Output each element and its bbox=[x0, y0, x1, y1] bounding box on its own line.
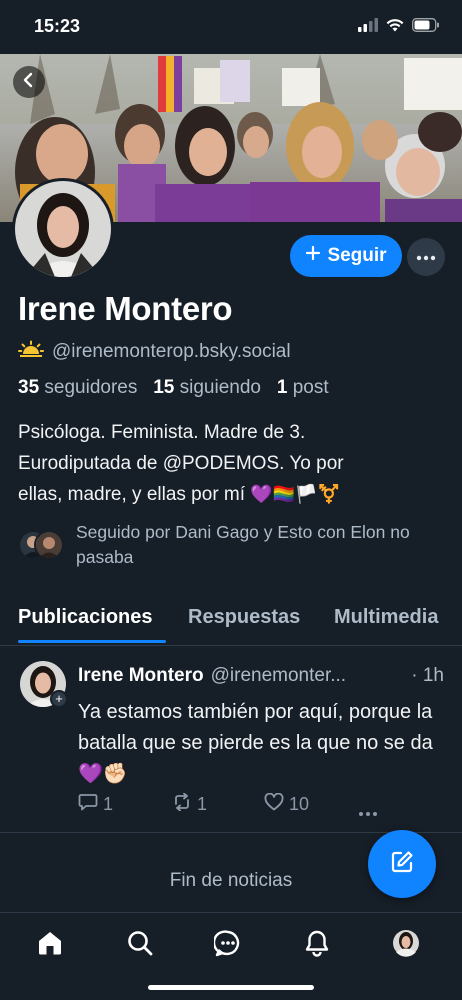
tab-multimedia[interactable]: Multimedia bbox=[334, 606, 438, 629]
nav-search[interactable] bbox=[124, 929, 156, 961]
plus-icon bbox=[305, 245, 321, 267]
post-more-button[interactable] bbox=[358, 801, 378, 822]
follower-avatar bbox=[34, 530, 64, 560]
nav-profile[interactable] bbox=[390, 929, 422, 961]
bell-icon bbox=[303, 929, 331, 962]
profile-bio: Psicóloga. Feminista. Madre de 3. Eurodi… bbox=[18, 417, 448, 510]
status-bar: 15:23 bbox=[0, 0, 462, 54]
home-icon bbox=[36, 929, 64, 962]
more-dots-icon bbox=[358, 801, 378, 822]
tab-respuestas[interactable]: Respuestas bbox=[188, 606, 300, 629]
reply-count: 1 bbox=[103, 794, 114, 814]
compose-button[interactable] bbox=[368, 830, 436, 898]
status-time: 15:23 bbox=[34, 16, 81, 36]
followed-by-avatars bbox=[18, 530, 66, 564]
back-arrow-icon bbox=[21, 72, 37, 93]
bio-line: Psicóloga. Feminista. Madre de 3. bbox=[18, 422, 306, 443]
repost-icon bbox=[172, 792, 192, 816]
followers-label[interactable]: seguidores bbox=[44, 377, 137, 398]
cellular-signal-icon bbox=[358, 18, 378, 37]
profile-tabs: Publicaciones Respuestas Multimedia bbox=[0, 598, 462, 646]
post-handle[interactable]: @irenemonter... bbox=[211, 665, 346, 687]
bio-text: ellas, madre, y ellas por mí bbox=[18, 484, 246, 505]
sun-icon bbox=[18, 340, 44, 363]
more-dots-icon bbox=[416, 248, 436, 266]
profile-avatar[interactable] bbox=[12, 178, 114, 280]
reply-button[interactable]: 1 bbox=[78, 793, 113, 816]
status-icons bbox=[358, 18, 440, 37]
nav-chat[interactable] bbox=[212, 929, 244, 961]
profile-avatar-icon bbox=[392, 929, 420, 962]
profile-stats: 35 seguidores 15 siguiendo 1 post bbox=[18, 377, 329, 399]
following-count[interactable]: 15 bbox=[153, 377, 174, 398]
bio-line: Eurodiputada de @PODEMOS. Yo por bbox=[18, 453, 344, 474]
bio-line: ellas, madre, y ellas por mí 💜🏳️‍🌈🏳️⚧️ bbox=[18, 479, 448, 510]
post-item[interactable]: + Irene Montero @irenemonter... · 1h Ya … bbox=[0, 647, 462, 833]
wifi-icon bbox=[386, 18, 404, 37]
home-indicator bbox=[148, 985, 314, 990]
followed-by-text: Seguido por Dani Gago y Esto con Elon no… bbox=[76, 522, 410, 567]
followed-by-row[interactable]: Seguido por Dani Gago y Esto con Elon no… bbox=[18, 520, 448, 570]
nav-home[interactable] bbox=[34, 929, 66, 961]
search-icon bbox=[126, 929, 154, 962]
nav-notifications[interactable] bbox=[301, 929, 333, 961]
profile-handle: @irenemonterop.bsky.social bbox=[52, 340, 291, 362]
chat-icon bbox=[212, 929, 242, 962]
active-tab-indicator bbox=[18, 640, 166, 643]
post-time: · 1h bbox=[411, 665, 444, 686]
post-actions: 1 1 10 bbox=[78, 792, 398, 817]
post-follow-plus-icon[interactable]: + bbox=[50, 690, 68, 708]
following-label[interactable]: siguiendo bbox=[180, 377, 261, 398]
follow-button-label: Seguir bbox=[327, 245, 387, 266]
post-text: Ya estamos también por aquí, porque la b… bbox=[78, 701, 433, 785]
back-button[interactable] bbox=[13, 66, 45, 98]
tab-publicaciones[interactable]: Publicaciones bbox=[18, 606, 153, 629]
repost-button[interactable]: 1 bbox=[172, 792, 208, 816]
battery-icon bbox=[412, 18, 440, 37]
post-header: Irene Montero @irenemonter... · 1h bbox=[78, 665, 446, 687]
compose-icon bbox=[389, 849, 415, 880]
bio-emojis: 💜🏳️‍🌈🏳️⚧️ bbox=[250, 484, 340, 504]
display-name: Irene Montero bbox=[18, 290, 233, 327]
followers-count[interactable]: 35 bbox=[18, 377, 39, 398]
handle-row: @irenemonterop.bsky.social bbox=[18, 340, 291, 363]
reply-icon bbox=[78, 793, 98, 816]
follow-button[interactable]: Seguir bbox=[290, 235, 402, 277]
like-button[interactable]: 10 bbox=[264, 792, 310, 816]
post-author[interactable]: Irene Montero bbox=[78, 665, 204, 687]
posts-count: 1 bbox=[276, 377, 288, 398]
like-count: 10 bbox=[289, 794, 310, 814]
repost-count: 1 bbox=[197, 794, 208, 814]
more-options-button[interactable] bbox=[407, 238, 445, 276]
posts-label: post bbox=[292, 377, 329, 398]
like-icon bbox=[264, 792, 284, 816]
